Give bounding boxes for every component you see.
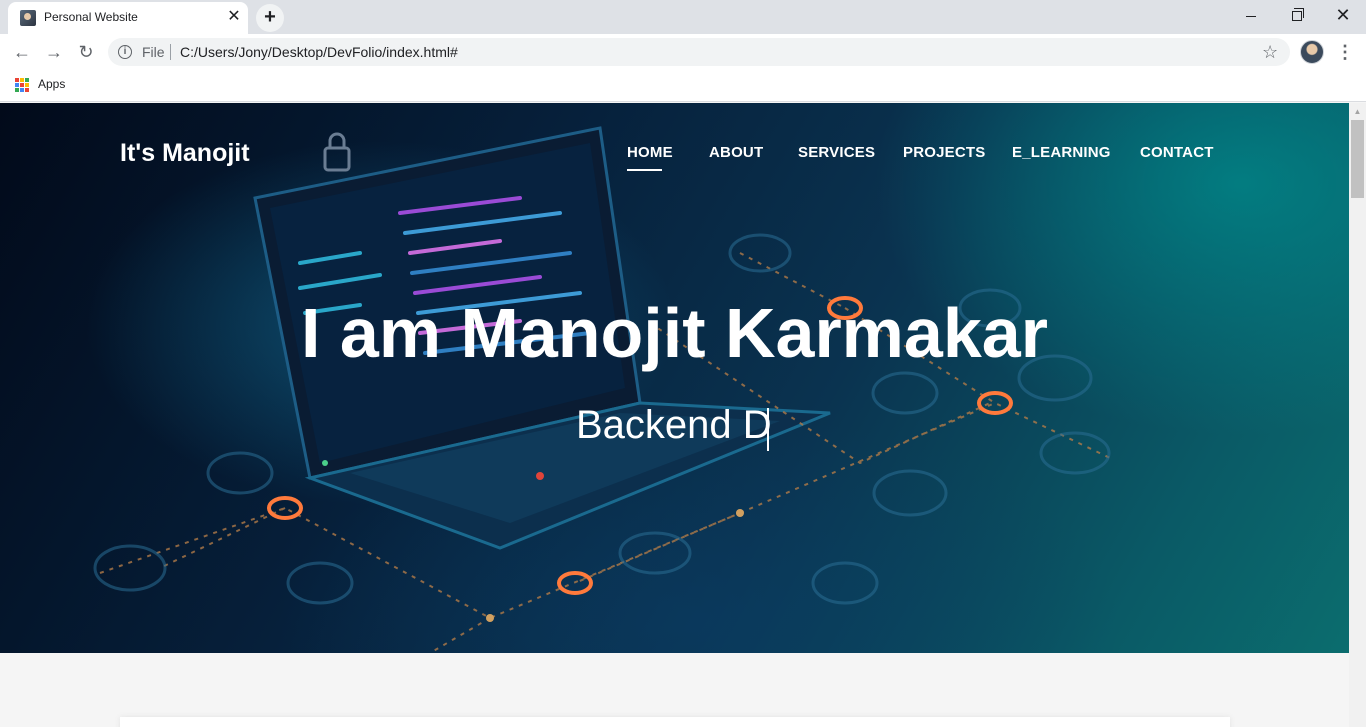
new-tab-button[interactable]: +: [256, 4, 284, 32]
browser-titlebar: Personal Website ✕ + ✕: [0, 0, 1366, 34]
browser-tab[interactable]: Personal Website ✕: [8, 2, 248, 34]
profile-avatar[interactable]: [1300, 40, 1324, 64]
maximize-icon: [1292, 8, 1304, 22]
forward-arrow-icon[interactable]: →: [42, 40, 66, 64]
hero-background-art: [93, 126, 1111, 653]
bookmarks-bar: Apps: [0, 70, 1366, 102]
nav-item-services[interactable]: SERVICES: [798, 144, 875, 161]
content-card: [120, 717, 1230, 727]
hero-typed-subtitle: Backend D: [576, 403, 772, 447]
browser-toolbar: ← → ↻ i File C:/Users/Jony/Desktop/DevFo…: [0, 34, 1366, 70]
scheme-label: File: [142, 44, 165, 60]
page-viewport: It's Manojit HOME ABOUT SERVICES PROJECT…: [0, 103, 1349, 727]
nav-item-contact[interactable]: CONTACT: [1140, 144, 1214, 161]
apps-grid-icon[interactable]: [15, 78, 29, 92]
tab-title: Personal Website: [44, 10, 138, 24]
apps-bookmark-label[interactable]: Apps: [38, 77, 65, 91]
minimize-icon: [1246, 15, 1256, 17]
hero-section: It's Manojit HOME ABOUT SERVICES PROJECT…: [0, 103, 1349, 653]
typing-cursor: [767, 408, 769, 451]
nav-item-home[interactable]: HOME: [627, 144, 673, 161]
reload-icon[interactable]: ↻: [74, 40, 98, 64]
kebab-menu-icon[interactable]: ⋮: [1336, 40, 1354, 64]
nav-item-projects[interactable]: PROJECTS: [903, 144, 985, 161]
maximize-button[interactable]: [1274, 0, 1320, 32]
page-scrollbar[interactable]: ▲: [1349, 103, 1366, 727]
star-icon[interactable]: ☆: [1262, 41, 1278, 63]
favicon-icon: [20, 10, 36, 26]
url-text[interactable]: C:/Users/Jony/Desktop/DevFolio/index.htm…: [180, 44, 458, 60]
address-bar[interactable]: i File C:/Users/Jony/Desktop/DevFolio/in…: [108, 38, 1290, 66]
close-icon[interactable]: ✕: [226, 8, 242, 26]
info-icon[interactable]: i: [118, 45, 132, 59]
hero-title: I am Manojit Karmakar: [301, 294, 1048, 372]
scroll-up-arrow-icon[interactable]: ▲: [1349, 103, 1366, 120]
nav-item-e-learning[interactable]: E_LEARNING: [1012, 144, 1111, 161]
window-close-button[interactable]: ✕: [1320, 0, 1366, 32]
back-arrow-icon[interactable]: ←: [10, 40, 34, 64]
omnibox-divider: [170, 44, 171, 60]
nav-item-about[interactable]: ABOUT: [709, 144, 763, 161]
site-brand[interactable]: It's Manojit: [120, 139, 250, 168]
minimize-button[interactable]: [1228, 0, 1274, 32]
scroll-thumb[interactable]: [1351, 120, 1364, 198]
active-nav-underline: [627, 169, 662, 171]
